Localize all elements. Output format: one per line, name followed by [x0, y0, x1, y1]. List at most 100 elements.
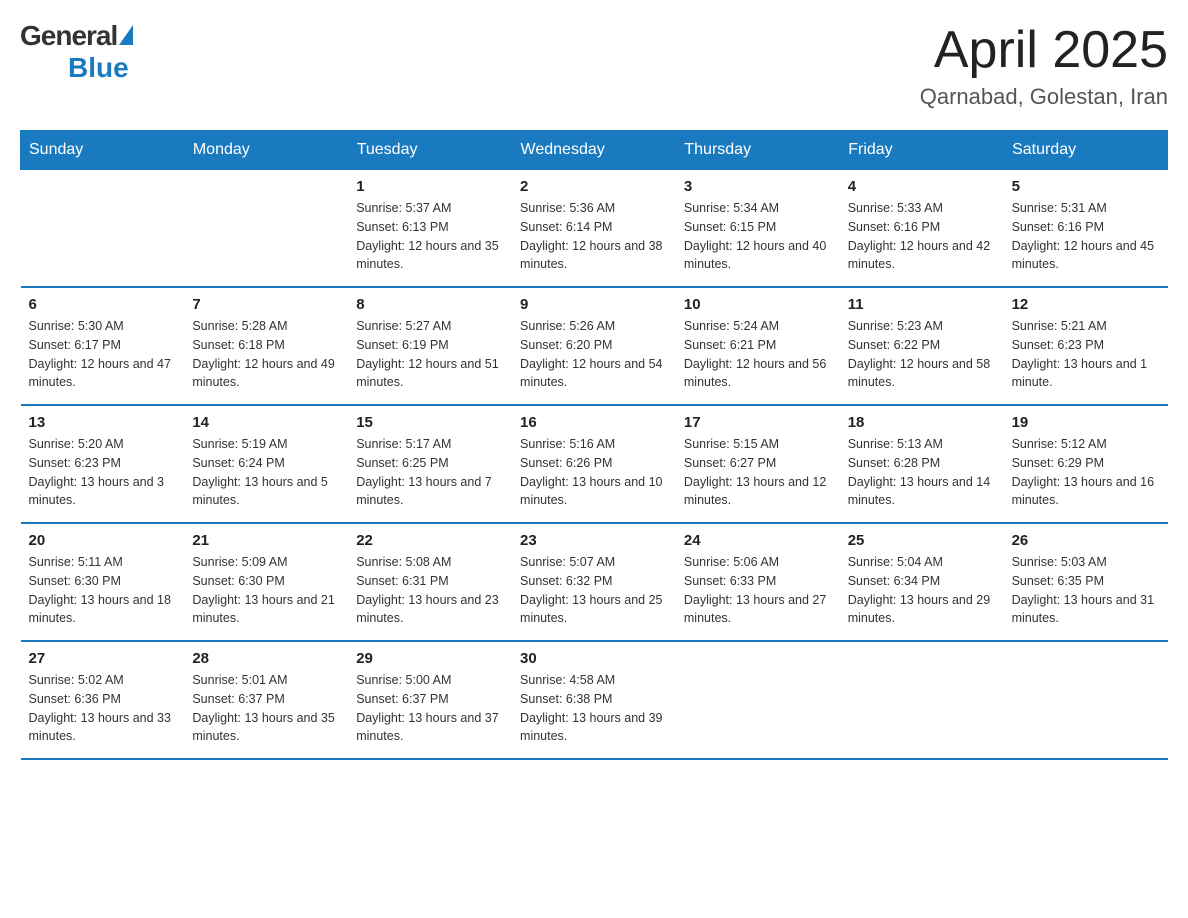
day-cell: 9Sunrise: 5:26 AMSunset: 6:20 PMDaylight…: [512, 287, 676, 405]
day-number: 1: [356, 178, 504, 195]
week-row-1: 1 Sunrise: 5:37 AMSunset: 6:13 PMDaylight…: [21, 170, 1168, 288]
day-cell: 6 Sunrise: 5:30 AMSunset: 6:17 PMDaylight…: [21, 287, 185, 405]
day-detail: Sunrise: 5:34 AMSunset: 6:15 PMDaylight:…: [684, 199, 832, 274]
day-detail: Sunrise: 5:03 AMSunset: 6:35 PMDaylight:…: [1012, 553, 1160, 628]
day-number: 21: [192, 532, 340, 549]
day-cell: 18 Sunrise: 5:13 AMSunset: 6:28 PMDayligh…: [840, 405, 1004, 523]
calendar-title: April 2025: [920, 20, 1168, 80]
header-row: SundayMondayTuesdayWednesdayThursdayFrid…: [21, 131, 1168, 170]
day-number: 15: [356, 414, 504, 431]
day-number: 19: [1012, 414, 1160, 431]
day-detail: Sunrise: 5:08 AMSunset: 6:31 PMDaylight:…: [356, 553, 504, 628]
day-cell: 11 Sunrise: 5:23 AMSunset: 6:22 PMDayligh…: [840, 287, 1004, 405]
header-cell-saturday: Saturday: [1004, 131, 1168, 170]
day-cell: 25 Sunrise: 5:04 AMSunset: 6:34 PMDayligh…: [840, 523, 1004, 641]
day-cell: [840, 641, 1004, 759]
day-number: 25: [848, 532, 996, 549]
day-detail: Sunrise: 5:13 AMSunset: 6:28 PMDaylight:…: [848, 435, 996, 510]
day-number: 5: [1012, 178, 1160, 195]
day-detail: Sunrise: 5:17 AMSunset: 6:25 PMDaylight:…: [356, 435, 504, 510]
day-detail: Sunrise: 5:16 AMSunset: 6:26 PMDaylight:…: [520, 435, 668, 510]
day-detail: Sunrise: 5:23 AMSunset: 6:22 PMDaylight:…: [848, 317, 996, 392]
day-cell: 5 Sunrise: 5:31 AMSunset: 6:16 PMDaylight…: [1004, 170, 1168, 288]
day-detail: Sunrise: 5:36 AMSunset: 6:14 PMDaylight:…: [520, 199, 668, 274]
day-number: 8: [356, 296, 504, 313]
page-header: General Blue April 2025 Qarnabad, Golest…: [20, 20, 1168, 110]
header-cell-tuesday: Tuesday: [348, 131, 512, 170]
day-number: 29: [356, 650, 504, 667]
header-cell-monday: Monday: [184, 131, 348, 170]
day-detail: Sunrise: 5:06 AMSunset: 6:33 PMDaylight:…: [684, 553, 832, 628]
day-detail: Sunrise: 5:02 AMSunset: 6:36 PMDaylight:…: [29, 671, 177, 746]
logo: General Blue: [20, 20, 133, 84]
day-detail: Sunrise: 5:27 AMSunset: 6:19 PMDaylight:…: [356, 317, 504, 392]
day-number: 4: [848, 178, 996, 195]
logo-triangle-icon: [119, 25, 133, 45]
day-cell: [184, 170, 348, 288]
day-number: 22: [356, 532, 504, 549]
day-cell: 27 Sunrise: 5:02 AMSunset: 6:36 PMDayligh…: [21, 641, 185, 759]
day-number: 12: [1012, 296, 1160, 313]
day-number: 27: [29, 650, 177, 667]
week-row-3: 13 Sunrise: 5:20 AMSunset: 6:23 PMDayligh…: [21, 405, 1168, 523]
day-cell: 10Sunrise: 5:24 AMSunset: 6:21 PMDayligh…: [676, 287, 840, 405]
day-cell: 22 Sunrise: 5:08 AMSunset: 6:31 PMDayligh…: [348, 523, 512, 641]
calendar-body: 1 Sunrise: 5:37 AMSunset: 6:13 PMDaylight…: [21, 170, 1168, 760]
day-cell: 12 Sunrise: 5:21 AMSunset: 6:23 PMDayligh…: [1004, 287, 1168, 405]
day-cell: 19 Sunrise: 5:12 AMSunset: 6:29 PMDayligh…: [1004, 405, 1168, 523]
day-number: 13: [29, 414, 177, 431]
day-cell: 8 Sunrise: 5:27 AMSunset: 6:19 PMDaylight…: [348, 287, 512, 405]
day-number: 11: [848, 296, 996, 313]
day-number: 23: [520, 532, 668, 549]
day-detail: Sunrise: 5:07 AMSunset: 6:32 PMDaylight:…: [520, 553, 668, 628]
day-detail: Sunrise: 5:37 AMSunset: 6:13 PMDaylight:…: [356, 199, 504, 274]
day-number: 16: [520, 414, 668, 431]
day-cell: 13 Sunrise: 5:20 AMSunset: 6:23 PMDayligh…: [21, 405, 185, 523]
day-cell: 1 Sunrise: 5:37 AMSunset: 6:13 PMDaylight…: [348, 170, 512, 288]
day-number: 18: [848, 414, 996, 431]
day-detail: Sunrise: 5:15 AMSunset: 6:27 PMDaylight:…: [684, 435, 832, 510]
day-cell: 14Sunrise: 5:19 AMSunset: 6:24 PMDayligh…: [184, 405, 348, 523]
day-detail: Sunrise: 5:00 AMSunset: 6:37 PMDaylight:…: [356, 671, 504, 746]
day-cell: 26 Sunrise: 5:03 AMSunset: 6:35 PMDayligh…: [1004, 523, 1168, 641]
day-number: 30: [520, 650, 668, 667]
day-number: 14: [192, 414, 340, 431]
day-cell: 30 Sunrise: 4:58 AMSunset: 6:38 PMDayligh…: [512, 641, 676, 759]
day-number: 10: [684, 296, 832, 313]
day-cell: 16 Sunrise: 5:16 AMSunset: 6:26 PMDayligh…: [512, 405, 676, 523]
day-cell: [1004, 641, 1168, 759]
day-cell: 2 Sunrise: 5:36 AMSunset: 6:14 PMDaylight…: [512, 170, 676, 288]
day-number: 28: [192, 650, 340, 667]
week-row-2: 6 Sunrise: 5:30 AMSunset: 6:17 PMDaylight…: [21, 287, 1168, 405]
day-number: 20: [29, 532, 177, 549]
day-number: 26: [1012, 532, 1160, 549]
day-detail: Sunrise: 5:33 AMSunset: 6:16 PMDaylight:…: [848, 199, 996, 274]
day-detail: Sunrise: 5:11 AMSunset: 6:30 PMDaylight:…: [29, 553, 177, 628]
day-cell: [676, 641, 840, 759]
day-cell: 21Sunrise: 5:09 AMSunset: 6:30 PMDayligh…: [184, 523, 348, 641]
day-number: 24: [684, 532, 832, 549]
day-detail: Sunrise: 5:12 AMSunset: 6:29 PMDaylight:…: [1012, 435, 1160, 510]
header-cell-thursday: Thursday: [676, 131, 840, 170]
day-number: 2: [520, 178, 668, 195]
day-cell: [21, 170, 185, 288]
header-cell-friday: Friday: [840, 131, 1004, 170]
day-detail: Sunrise: 4:58 AMSunset: 6:38 PMDaylight:…: [520, 671, 668, 746]
week-row-5: 27 Sunrise: 5:02 AMSunset: 6:36 PMDayligh…: [21, 641, 1168, 759]
day-cell: 15 Sunrise: 5:17 AMSunset: 6:25 PMDayligh…: [348, 405, 512, 523]
header-cell-wednesday: Wednesday: [512, 131, 676, 170]
calendar-header: SundayMondayTuesdayWednesdayThursdayFrid…: [21, 131, 1168, 170]
logo-general-text: General: [20, 20, 117, 52]
day-detail: Sunrise: 5:31 AMSunset: 6:16 PMDaylight:…: [1012, 199, 1160, 274]
day-cell: 23 Sunrise: 5:07 AMSunset: 6:32 PMDayligh…: [512, 523, 676, 641]
day-detail: Sunrise: 5:21 AMSunset: 6:23 PMDaylight:…: [1012, 317, 1160, 392]
day-number: 17: [684, 414, 832, 431]
day-cell: 29 Sunrise: 5:00 AMSunset: 6:37 PMDayligh…: [348, 641, 512, 759]
day-detail: Sunrise: 5:30 AMSunset: 6:17 PMDaylight:…: [29, 317, 177, 392]
day-detail: Sunrise: 5:20 AMSunset: 6:23 PMDaylight:…: [29, 435, 177, 510]
day-cell: 17 Sunrise: 5:15 AMSunset: 6:27 PMDayligh…: [676, 405, 840, 523]
day-detail: Sunrise: 5:04 AMSunset: 6:34 PMDaylight:…: [848, 553, 996, 628]
day-cell: 28Sunrise: 5:01 AMSunset: 6:37 PMDayligh…: [184, 641, 348, 759]
day-number: 6: [29, 296, 177, 313]
calendar-subtitle: Qarnabad, Golestan, Iran: [920, 84, 1168, 110]
